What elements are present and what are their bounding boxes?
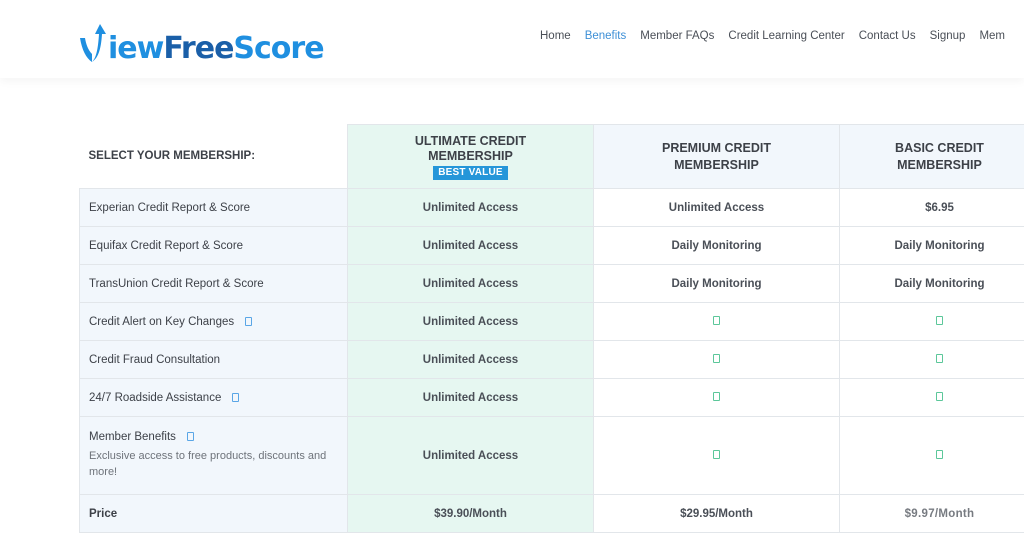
nav-signup[interactable]: Signup [930,30,966,42]
nav-benefits[interactable]: Benefits [585,30,627,42]
included-cell [593,340,840,379]
info-icon[interactable] [245,316,253,326]
included-cell [593,302,840,341]
feature-cell: Experian Credit Report & Score [79,188,348,227]
logo-text-score: Score [233,31,324,66]
feature-row: Credit Fraud Consultation Unlimited Acces… [79,340,1024,379]
nav-credit-learning-center[interactable]: Credit Learning Center [728,30,844,42]
membership-table: SELECT YOUR MEMBERSHIP: ULTIMATE CREDIT … [79,124,1024,533]
feature-description: Exclusive access to free products, disco… [89,450,327,478]
arrow-up-icon [78,20,108,64]
nav-home[interactable]: Home [540,30,571,42]
feature-label: 24/7 Roadside Assistance [89,391,222,404]
feature-row: TransUnion Credit Report & Score Unlimite… [79,264,1024,303]
check-icon [713,449,720,459]
nav-member-faqs[interactable]: Member FAQs [640,30,714,42]
included-cell [839,340,1024,379]
check-icon [936,449,943,459]
plan-name: PREMIUM CREDIT [661,140,772,155]
check-icon [713,353,720,363]
feature-cell: Member Benefits Exclusive access to free … [79,416,348,495]
feature-row: 24/7 Roadside Assistance Unlimited Access [79,378,1024,417]
value-cell: Unlimited Access [347,188,594,227]
feature-cell: Equifax Credit Report & Score [79,226,348,265]
feature-cell: Credit Fraud Consultation [79,340,348,379]
value-cell: Unlimited Access [347,378,594,417]
price-basic: $9.97/Month [839,494,1024,533]
feature-cell: TransUnion Credit Report & Score [79,264,348,303]
plan-name: MEMBERSHIP [428,148,513,163]
logo-text-free: Free [163,31,234,66]
included-cell [593,416,840,495]
feature-label: Credit Fraud Consultation [89,353,221,366]
feature-cell: Credit Alert on Key Changes [79,302,348,341]
value-cell: $6.95 [839,188,1024,227]
value-cell: Unlimited Access [347,416,594,495]
nav-contact-us[interactable]: Contact Us [859,30,916,42]
feature-cell: 24/7 Roadside Assistance [79,378,348,417]
logo[interactable]: iew Free Score [78,16,325,66]
nav-member-login[interactable]: Mem [979,30,1005,42]
check-icon [936,353,943,363]
best-value-badge: BEST VALUE [433,165,508,180]
select-membership-label: SELECT YOUR MEMBERSHIP: [79,124,348,189]
feature-label: Member Benefits [89,431,176,443]
value-cell: Daily Monitoring [839,226,1024,265]
value-cell: Unlimited Access [347,264,594,303]
price-premium: $29.95/Month [593,494,840,533]
feature-label: Credit Alert on Key Changes [89,315,235,328]
main-nav: Home Benefits Member FAQs Credit Learnin… [540,30,1019,42]
info-icon[interactable] [232,392,240,402]
check-icon [713,315,720,325]
value-cell: Unlimited Access [347,302,594,341]
value-cell: Unlimited Access [347,340,594,379]
value-cell: Daily Monitoring [593,264,840,303]
check-icon [936,315,943,325]
feature-label: Experian Credit Report & Score [89,201,251,214]
value-cell: Unlimited Access [347,226,594,265]
plan-premium[interactable]: PREMIUM CREDIT MEMBERSHIP [593,124,840,189]
price-ultimate: $39.90/Month [347,494,594,533]
plan-ultimate[interactable]: ULTIMATE CREDIT MEMBERSHIP BEST VALUE [347,124,594,189]
included-cell [839,378,1024,417]
feature-label: TransUnion Credit Report & Score [89,277,264,290]
price-label: Price [79,494,348,533]
value-cell: Daily Monitoring [593,226,840,265]
membership-comparison: SELECT YOUR MEMBERSHIP: ULTIMATE CREDIT … [79,124,1024,533]
feature-row: Credit Alert on Key Changes Unlimited Acc… [79,302,1024,341]
plan-name: ULTIMATE CREDIT [414,133,527,148]
feature-label: Equifax Credit Report & Score [89,239,244,252]
feature-row: Member Benefits Exclusive access to free … [79,416,1024,495]
plan-header-row: SELECT YOUR MEMBERSHIP: ULTIMATE CREDIT … [79,124,1024,189]
value-cell: Daily Monitoring [839,264,1024,303]
feature-row: Experian Credit Report & Score Unlimited … [79,188,1024,227]
check-icon [713,391,720,401]
site-header: iew Free Score Home Benefits Member FAQs C… [0,0,1024,78]
plan-basic[interactable]: BASIC CREDIT MEMBERSHIP [839,124,1024,189]
check-icon [936,391,943,401]
plan-name: MEMBERSHIP [674,157,759,172]
price-row: Price $39.90/Month $29.95/Month $9.97/Mo… [79,494,1024,533]
feature-row: Equifax Credit Report & Score Unlimited A… [79,226,1024,265]
logo-text-view: iew [108,31,164,66]
included-cell [593,378,840,417]
value-cell: Unlimited Access [593,188,840,227]
info-icon[interactable] [186,432,194,441]
plan-name: BASIC CREDIT [895,140,984,155]
included-cell [839,416,1024,495]
included-cell [839,302,1024,341]
plan-name: MEMBERSHIP [897,157,982,172]
